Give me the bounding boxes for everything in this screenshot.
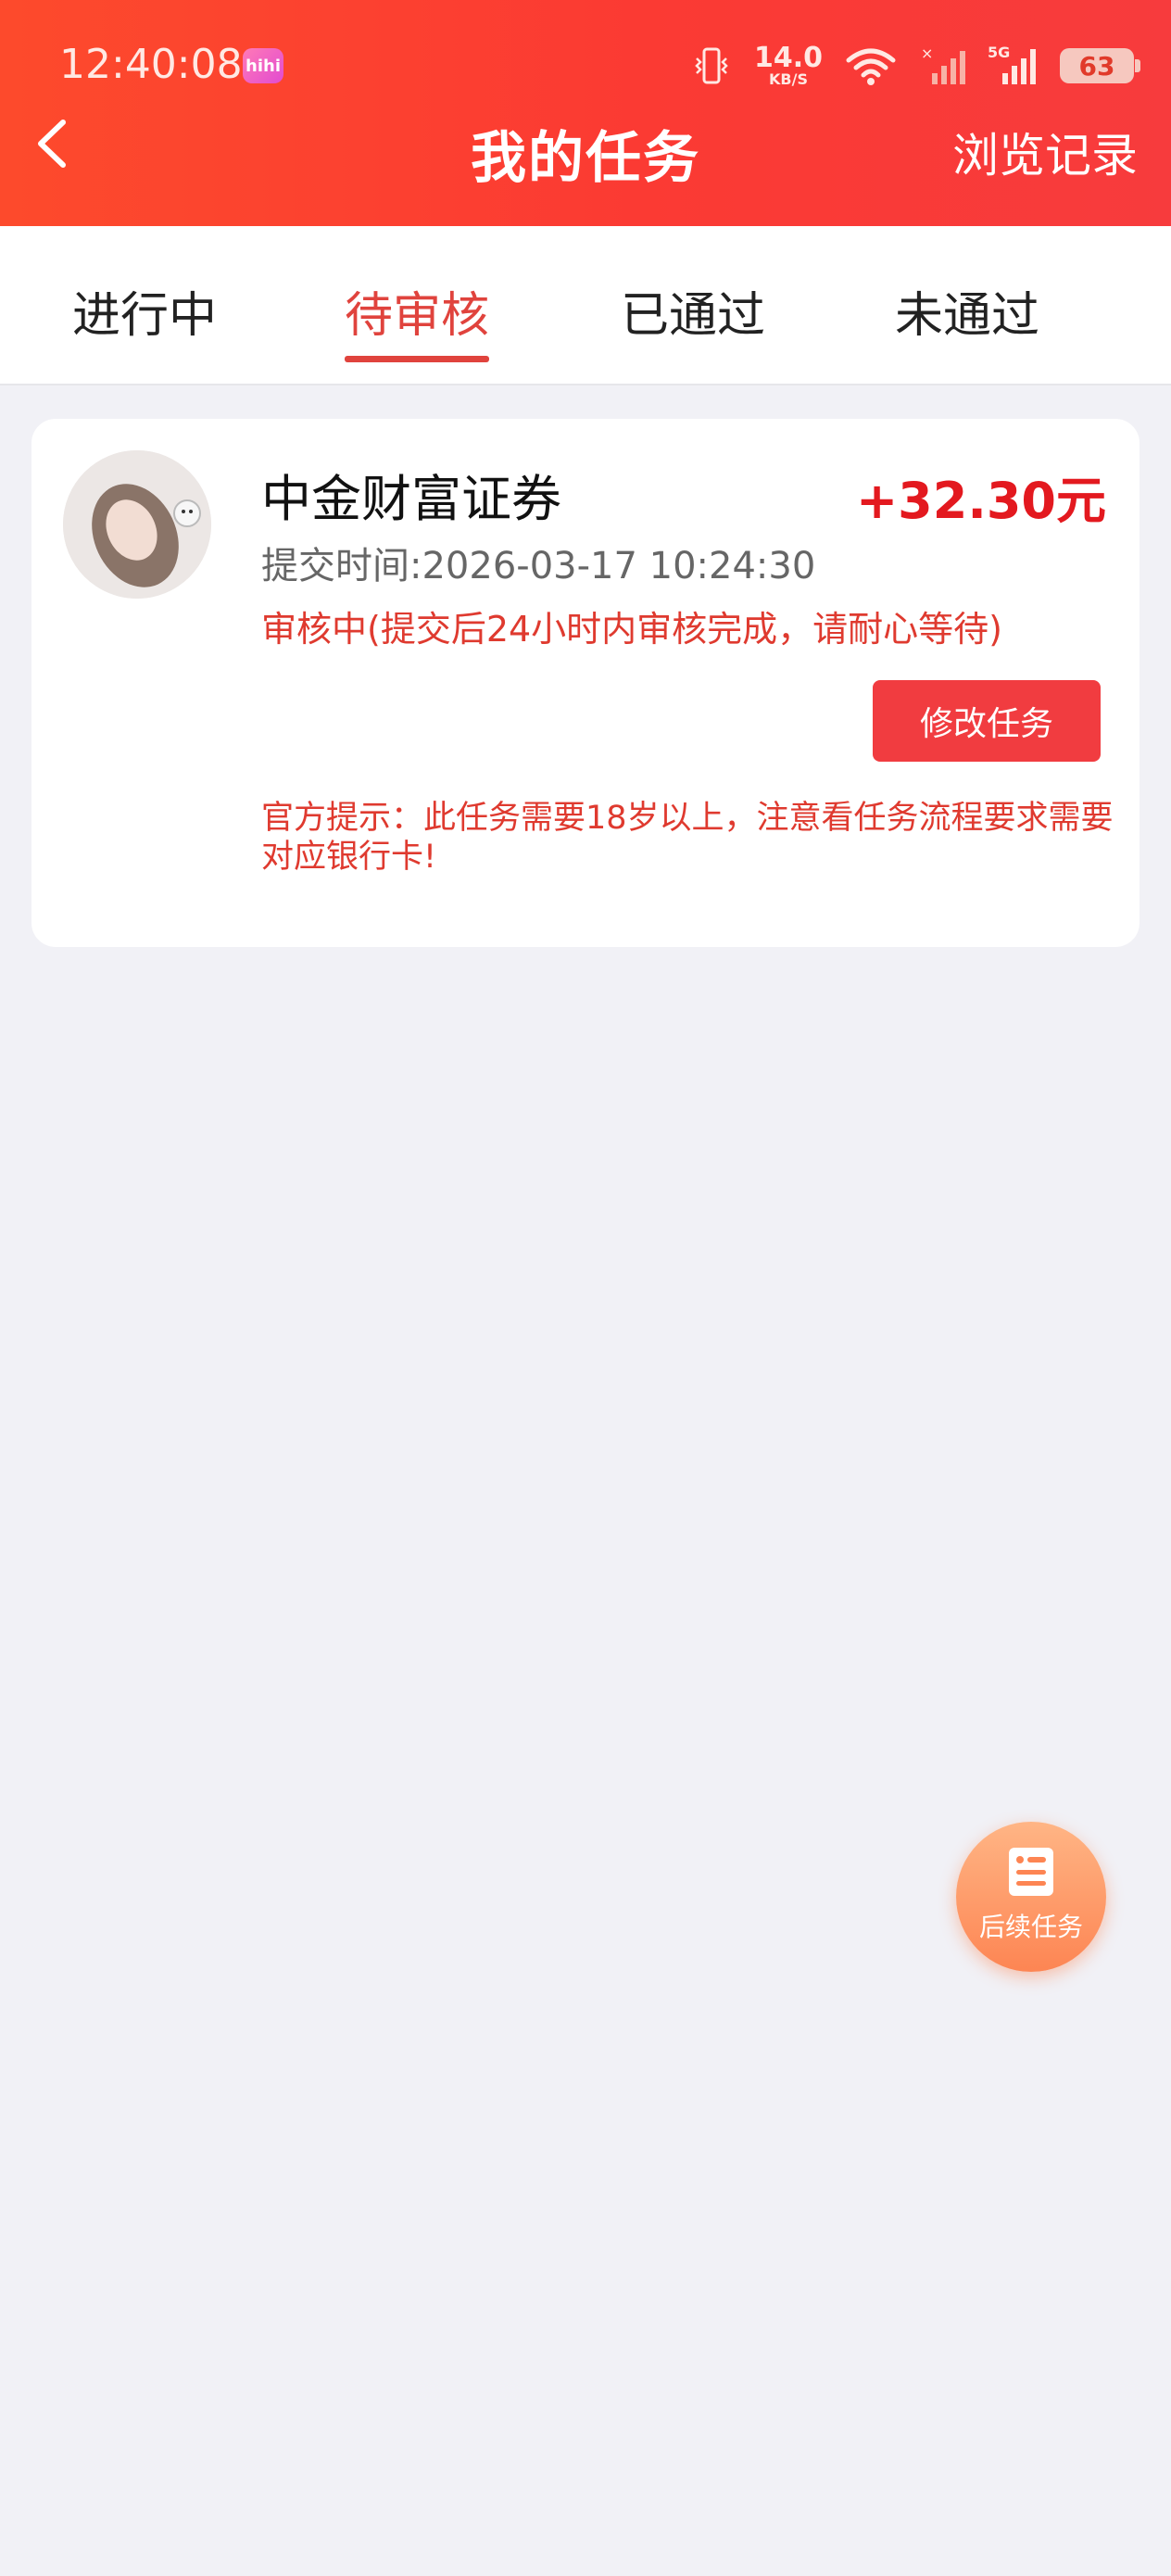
tab-rejected[interactable]: 未通过 [895,276,1039,346]
tab-in-progress[interactable]: 进行中 [72,276,217,346]
network-speed-value: 14.0 [753,42,823,74]
follow-up-tasks-button[interactable]: 后续任务 [956,1822,1106,1972]
tab-approved[interactable]: 已通过 [621,276,765,346]
svg-text:×: × [921,45,933,62]
modify-task-button[interactable]: 修改任务 [873,680,1101,762]
status-time: 12:40:08 [59,41,243,88]
official-tip: 官方提示：此任务需要18岁以上，注意看任务流程要求需要对应银行卡! [261,800,1114,876]
task-reward: +32.30元 [855,472,1106,530]
task-name: 中金财富证券 [261,470,561,528]
task-avatar [63,450,211,599]
signal-off-icon: × [919,45,965,86]
app-header: 12:40:08 hihi 14.0 KB/S × 5G 63 我的任务 浏览记… [0,0,1171,226]
task-status-tabs: 进行中 待审核 已通过 未通过 [0,226,1171,385]
vibrate-icon [691,45,732,86]
app-notification-icon: hihi [243,48,283,83]
document-list-icon [1009,1848,1053,1896]
network-speed-unit: KB/S [769,70,808,88]
submit-time: 提交时间:2026-03-17 10:24:30 [261,536,815,589]
follow-up-tasks-label: 后续任务 [978,1912,1083,1942]
battery-indicator: 63 [1060,48,1140,83]
submit-time-value: 2026-03-17 10:24:30 [422,545,816,587]
status-bar-indicators: 14.0 KB/S × 5G 63 [691,41,1140,91]
signal-5g-icon: 5G [988,44,1038,86]
tab-pending-review[interactable]: 待审核 [345,276,489,346]
active-tab-indicator [345,356,489,362]
browse-history-link[interactable]: 浏览记录 [952,119,1138,185]
network-speed: 14.0 KB/S [754,44,823,87]
review-status: 审核中(提交后24小时内审核完成，请耐心等待) [261,609,1003,650]
submit-time-label: 提交时间: [261,545,422,587]
task-card[interactable]: 中金财富证券 +32.30元 提交时间:2026-03-17 10:24:30 … [31,419,1140,947]
wifi-icon [845,45,897,86]
signal-type-label: 5G [988,44,1011,61]
